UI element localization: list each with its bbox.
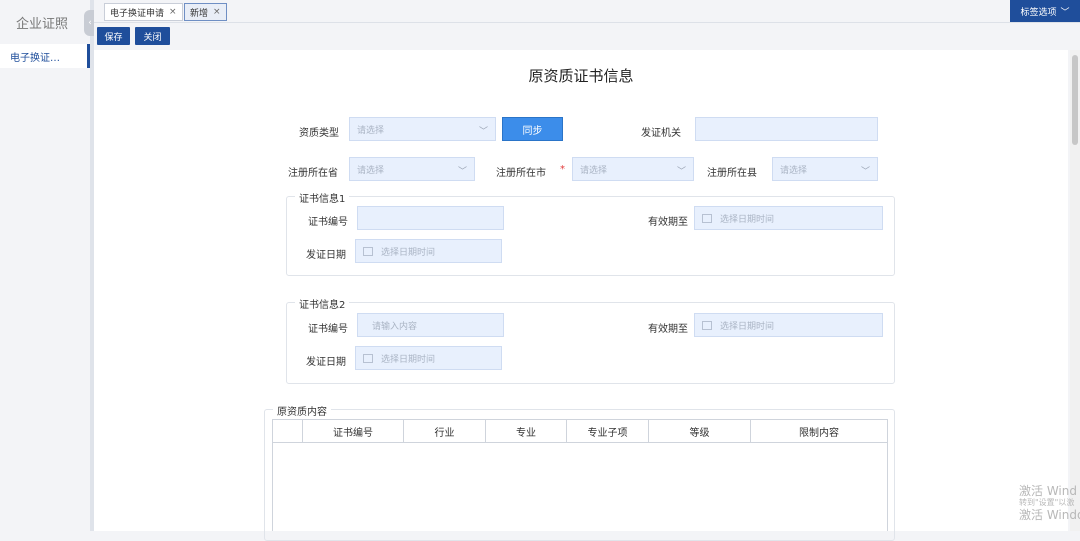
page-title: 原资质证书信息 — [528, 67, 634, 85]
column-header-cert-no[interactable]: 证书编号 — [303, 420, 404, 442]
column-header-checkbox[interactable] — [273, 420, 303, 442]
issuing-authority-label: 发证机关 — [641, 128, 681, 139]
close-button[interactable]: 关闭 — [135, 27, 170, 45]
calendar-icon — [363, 353, 373, 363]
qualification-type-label: 资质类型 — [299, 128, 339, 139]
select-placeholder: 请选择 — [357, 125, 385, 136]
tab-bar: 电子换证申请 × 新增 × 标签选项 ﹀ — [94, 0, 1080, 23]
issuing-authority-input[interactable] — [695, 117, 878, 141]
cert2-no-input[interactable]: 请输入内容 — [357, 313, 504, 337]
calendar-icon — [702, 320, 712, 330]
watermark-line-3: 激活 Window — [1019, 507, 1080, 522]
reg-county-select[interactable]: 请选择 ﹀ — [772, 157, 878, 181]
tab-electronic-cert-apply[interactable]: 电子换证申请 × — [104, 3, 183, 21]
date-placeholder: 选择日期时间 — [720, 214, 775, 225]
qualification-type-select[interactable]: 请选择 ﹀ — [349, 117, 496, 141]
reg-city-label: 注册所在市 — [496, 168, 546, 179]
reg-province-label: 注册所在省 — [288, 168, 338, 179]
chevron-down-icon: ﹀ — [860, 167, 870, 177]
tab-new[interactable]: 新增 × — [184, 3, 227, 21]
column-header-sub-specialty[interactable]: 专业子项 — [567, 420, 649, 442]
chevron-down-icon: ﹀ — [1060, 7, 1070, 18]
cert2-valid-until-label: 有效期至 — [648, 324, 688, 335]
chevron-down-icon: ﹀ — [478, 127, 488, 137]
scrollbar-thumb[interactable] — [1072, 55, 1078, 145]
sync-button[interactable]: 同步 — [502, 117, 563, 141]
sidebar-item-electronic-cert[interactable]: 电子换证… — [0, 44, 90, 68]
tab-label: 电子换证申请 — [110, 8, 165, 19]
chevron-down-icon: ﹀ — [457, 167, 467, 177]
date-placeholder: 选择日期时间 — [720, 321, 775, 332]
cert1-valid-until-picker[interactable]: 选择日期时间 — [694, 206, 883, 230]
cert-info-1-legend: 证书信息1 — [295, 190, 350, 205]
cert2-valid-until-picker[interactable]: 选择日期时间 — [694, 313, 883, 337]
orig-content-table-body — [272, 443, 888, 531]
date-placeholder: 选择日期时间 — [381, 354, 436, 365]
calendar-icon — [702, 213, 712, 223]
tab-options-button[interactable]: 标签选项 ﹀ — [1010, 0, 1080, 22]
tab-label: 新增 — [190, 8, 209, 19]
reg-province-select[interactable]: 请选择 ﹀ — [349, 157, 475, 181]
cert2-no-label: 证书编号 — [308, 324, 348, 335]
sidebar-item-label: 电子换证… — [10, 52, 60, 64]
cert-info-2-legend: 证书信息2 — [295, 296, 350, 311]
sidebar: 企业证照 ‹ 电子换证… — [0, 0, 96, 531]
reg-county-label: 注册所在县 — [707, 168, 757, 179]
select-placeholder: 请选择 — [357, 165, 385, 176]
tab-options-label: 标签选项 — [1020, 7, 1057, 18]
toolbar: 保存 关闭 — [94, 23, 1080, 49]
calendar-icon — [363, 246, 373, 256]
column-header-restriction[interactable]: 限制内容 — [751, 420, 887, 442]
orig-content-legend: 原资质内容 — [273, 403, 331, 418]
activation-watermark: 激活 Wind 转到"设置"以激 激活 Window — [1019, 484, 1080, 522]
date-placeholder: 选择日期时间 — [381, 247, 436, 258]
close-icon[interactable]: × — [213, 7, 221, 17]
brand-text: 企业证照 — [16, 16, 69, 32]
cert2-issue-date-label: 发证日期 — [306, 357, 346, 368]
watermark-line-2: 转到"设置"以激 — [1019, 498, 1075, 508]
required-mark: * — [560, 164, 565, 175]
vertical-scrollbar[interactable] — [1070, 50, 1080, 531]
orig-content-table-header: 证书编号 行业 专业 专业子项 等级 限制内容 — [272, 419, 888, 443]
cert1-no-label: 证书编号 — [308, 217, 348, 228]
column-header-grade[interactable]: 等级 — [649, 420, 751, 442]
save-button[interactable]: 保存 — [97, 27, 130, 45]
cert1-valid-until-label: 有效期至 — [648, 217, 688, 228]
select-placeholder: 请选择 — [780, 165, 808, 176]
select-placeholder: 请选择 — [580, 165, 608, 176]
cert1-issue-date-picker[interactable]: 选择日期时间 — [355, 239, 502, 263]
cert2-issue-date-picker[interactable]: 选择日期时间 — [355, 346, 502, 370]
watermark-line-1: 激活 Wind — [1019, 484, 1077, 498]
column-header-specialty[interactable]: 专业 — [486, 420, 567, 442]
chevron-down-icon: ﹀ — [676, 167, 686, 177]
reg-city-select[interactable]: 请选择 ﹀ — [572, 157, 694, 181]
column-header-industry[interactable]: 行业 — [404, 420, 486, 442]
cert1-no-input[interactable] — [357, 206, 504, 230]
form-panel: 原资质证书信息 资质类型 请选择 ﹀ 同步 发证机关 注册所在省 请选择 ﹀ 注… — [94, 50, 1068, 541]
brand-title: 企业证照 ‹ — [0, 0, 96, 44]
close-icon[interactable]: × — [169, 7, 177, 17]
cert1-issue-date-label: 发证日期 — [306, 250, 346, 261]
